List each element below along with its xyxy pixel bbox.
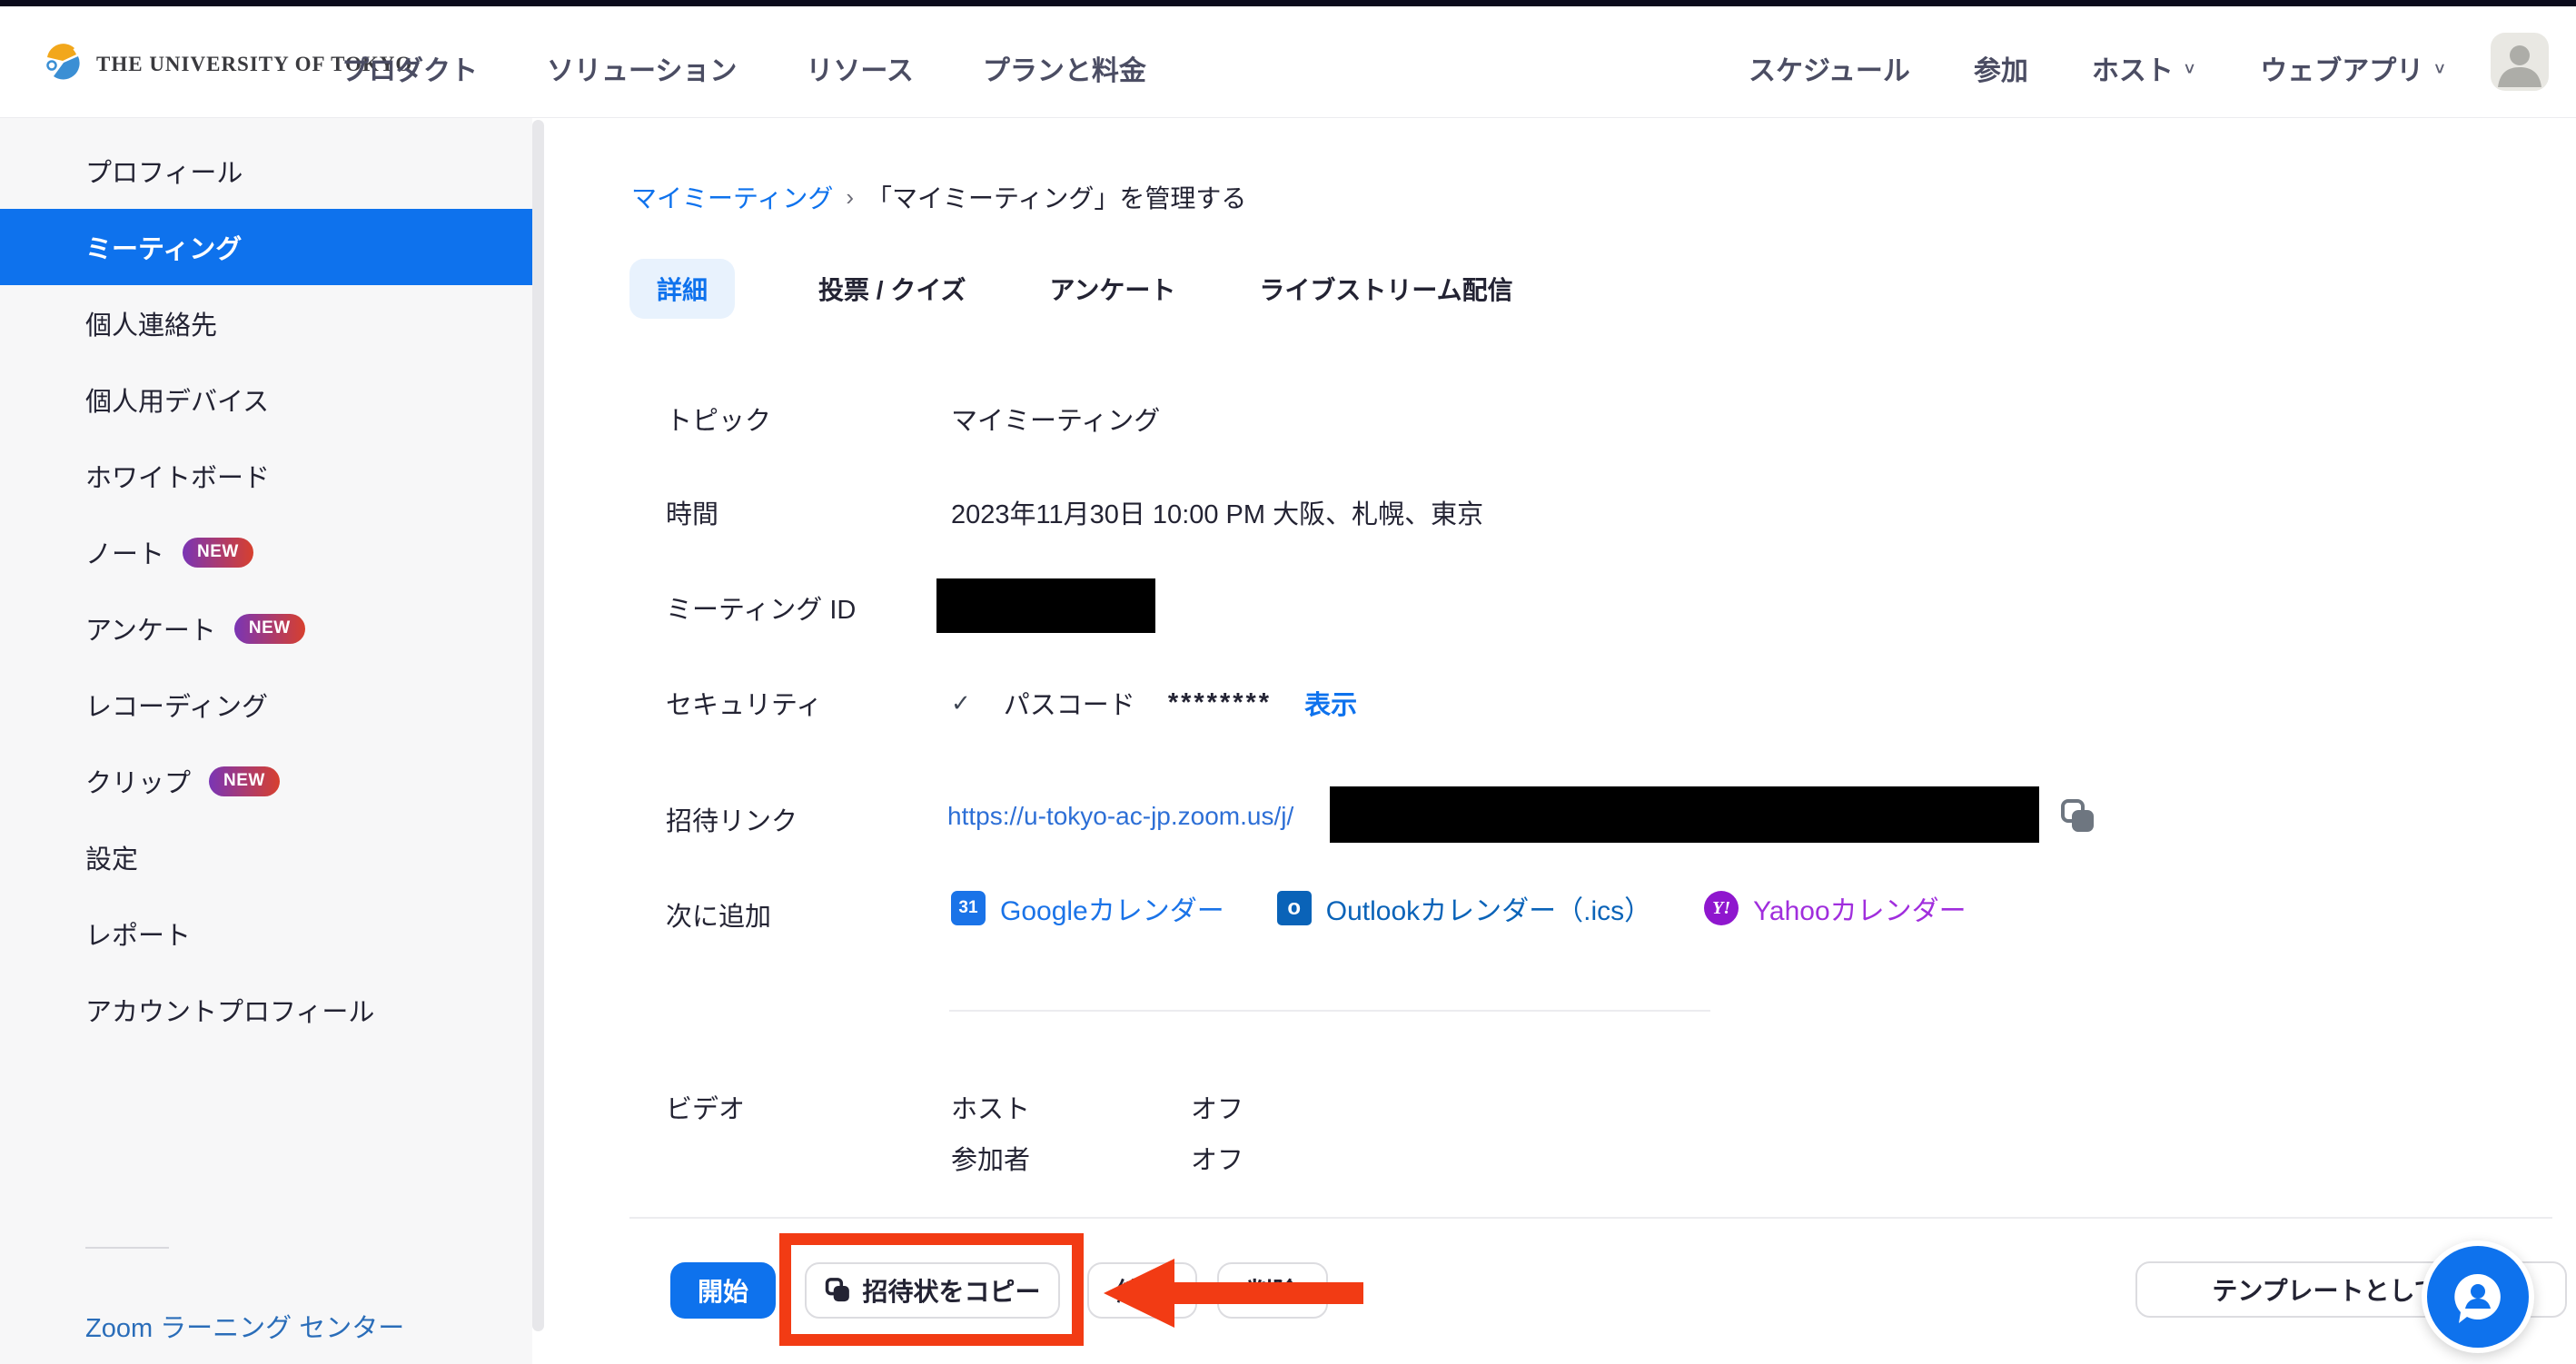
sidebar-item-whiteboard[interactable]: ホワイトボード (0, 438, 532, 514)
sidebar-divider (85, 1247, 169, 1249)
sidebar-item-reports[interactable]: レポート (0, 895, 532, 972)
invite-link-label: 招待リンク (666, 800, 798, 838)
sidebar-item-personal-devices[interactable]: 個人用デバイス (0, 361, 532, 438)
tab-live-streaming[interactable]: ライブストリーム配信 (1259, 271, 1512, 307)
start-button[interactable]: 開始 (670, 1262, 776, 1319)
show-passcode-link[interactable]: 表示 (1304, 684, 1357, 722)
sidebar-item-account-profile[interactable]: アカウントプロフィール (0, 972, 532, 1048)
outlook-calendar-icon: o (1277, 891, 1312, 925)
outlook-calendar-link[interactable]: o Outlookカレンダー（.ics） (1277, 888, 1651, 928)
tab-polls-quizzes[interactable]: 投票 / クイズ (818, 271, 966, 307)
time-label: 時間 (666, 493, 718, 531)
topic-value: マイミーティング (951, 400, 1160, 438)
header: THE UNIVERSITY OF TOKYO プロダクト ソリューション リソ… (0, 6, 2576, 118)
sidebar-link-video-tutorials[interactable]: ビデオチュートリアル (0, 1360, 532, 1364)
passcode-mask: ******** (1168, 688, 1272, 718)
nav-plans-pricing[interactable]: プランと料金 (983, 48, 1146, 88)
section-divider (949, 1010, 1710, 1012)
video-label: ビデオ (666, 1088, 745, 1126)
copy-icon (824, 1277, 851, 1304)
google-calendar-link[interactable]: 31 Googleカレンダー (951, 888, 1224, 928)
sidebar-item-notes[interactable]: ノートNEW (0, 514, 532, 590)
breadcrumb-separator: › (846, 183, 854, 212)
video-participant-label: 参加者 (951, 1139, 1030, 1177)
footer-divider (629, 1217, 2552, 1219)
support-chat-icon (2446, 1265, 2510, 1329)
redacted-meeting-id (936, 578, 1155, 633)
chevron-down-icon: ∨ (2183, 59, 2196, 77)
redacted-invite-link (1330, 786, 2039, 843)
nav-schedule[interactable]: スケジュール (1749, 48, 1910, 88)
check-icon: ✓ (951, 689, 971, 717)
sidebar-item-surveys[interactable]: アンケートNEW (0, 590, 532, 667)
nav-host[interactable]: ホスト ∨ (2092, 48, 2196, 88)
ginkgo-leaf-icon (44, 43, 82, 85)
new-badge: NEW (183, 538, 253, 568)
sidebar-item-profile[interactable]: プロフィール (0, 133, 532, 209)
tab-bar: 詳細 投票 / クイズ アンケート ライブストリーム配信 (629, 259, 1513, 319)
nav-solutions[interactable]: ソリューション (547, 48, 737, 88)
nav-resources[interactable]: リソース (806, 48, 914, 88)
tab-details[interactable]: 詳細 (629, 259, 735, 319)
calendar-links: 31 Googleカレンダー o Outlookカレンダー（.ics） Y! Y… (951, 888, 1967, 928)
security-value: ✓ パスコード ******** 表示 (951, 684, 1357, 722)
yahoo-calendar-icon: Y! (1704, 891, 1739, 925)
copy-link-icon[interactable] (2058, 797, 2096, 840)
video-host-state: オフ (1191, 1088, 1243, 1126)
add-to-label: 次に追加 (666, 895, 771, 934)
video-participant-state: オフ (1191, 1139, 1243, 1177)
new-badge: NEW (209, 766, 280, 796)
meeting-id-label: ミーティング ID (666, 588, 856, 627)
sidebar-link-learning-center[interactable]: Zoom ラーニング センター (0, 1291, 532, 1360)
breadcrumb: マイミーティング › 「マイミーティング」を管理する (631, 179, 1246, 215)
sidebar-item-personal-contacts[interactable]: 個人連絡先 (0, 285, 532, 361)
sidebar: プロフィール ミーティング 個人連絡先 個人用デバイス ホワイトボード ノートN… (0, 118, 532, 1364)
support-chat-button[interactable] (2422, 1240, 2534, 1353)
zoom-web-portal: THE UNIVERSITY OF TOKYO プロダクト ソリューション リソ… (0, 0, 2576, 1364)
sidebar-item-clips[interactable]: クリップNEW (0, 743, 532, 819)
header-nav-left: プロダクト ソリューション リソース プランと料金 (342, 48, 1146, 88)
new-badge: NEW (234, 614, 305, 644)
sidebar-footer-links: Zoom ラーニング センター ビデオチュートリアル ナレッジベース (0, 1291, 532, 1364)
avatar[interactable] (2491, 33, 2549, 91)
sidebar-item-meetings[interactable]: ミーティング (0, 209, 532, 285)
top-strip (0, 0, 2576, 6)
google-calendar-icon: 31 (951, 891, 986, 925)
tab-survey[interactable]: アンケート (1050, 271, 1176, 307)
person-icon (2491, 33, 2549, 91)
security-label: セキュリティ (666, 684, 822, 722)
delete-button[interactable]: 削除 (1217, 1262, 1328, 1319)
nav-products[interactable]: プロダクト (342, 48, 478, 88)
time-value: 2023年11月30日 10:00 PM 大阪、札幌、東京 (951, 493, 1483, 531)
breadcrumb-my-meetings-link[interactable]: マイミーティング (631, 179, 833, 215)
sidebar-scrollbar[interactable] (532, 120, 544, 1331)
topic-label: トピック (666, 400, 771, 438)
passcode-label: パスコード (1004, 684, 1135, 722)
chevron-down-icon: ∨ (2432, 59, 2446, 77)
copy-invitation-button[interactable]: 招待状をコピー (805, 1262, 1060, 1319)
video-host-label: ホスト (951, 1088, 1030, 1126)
edit-button[interactable]: 編集 (1087, 1262, 1197, 1319)
invite-link-url[interactable]: https://u-tokyo-ac-jp.zoom.us/j/ (947, 802, 1293, 831)
sidebar-item-recordings[interactable]: レコーディング (0, 667, 532, 743)
sidebar-list: プロフィール ミーティング 個人連絡先 個人用デバイス ホワイトボード ノートN… (0, 133, 532, 1048)
breadcrumb-current: 「マイミーティング」を管理する (867, 179, 1246, 215)
nav-web-app[interactable]: ウェブアプリ ∨ (2260, 48, 2446, 88)
nav-join[interactable]: 参加 (1974, 48, 2028, 88)
header-nav-right: スケジュール 参加 ホスト ∨ ウェブアプリ ∨ (1749, 48, 2447, 88)
yahoo-calendar-link[interactable]: Y! Yahooカレンダー (1704, 888, 1967, 928)
sidebar-item-settings[interactable]: 設定 (0, 819, 532, 895)
